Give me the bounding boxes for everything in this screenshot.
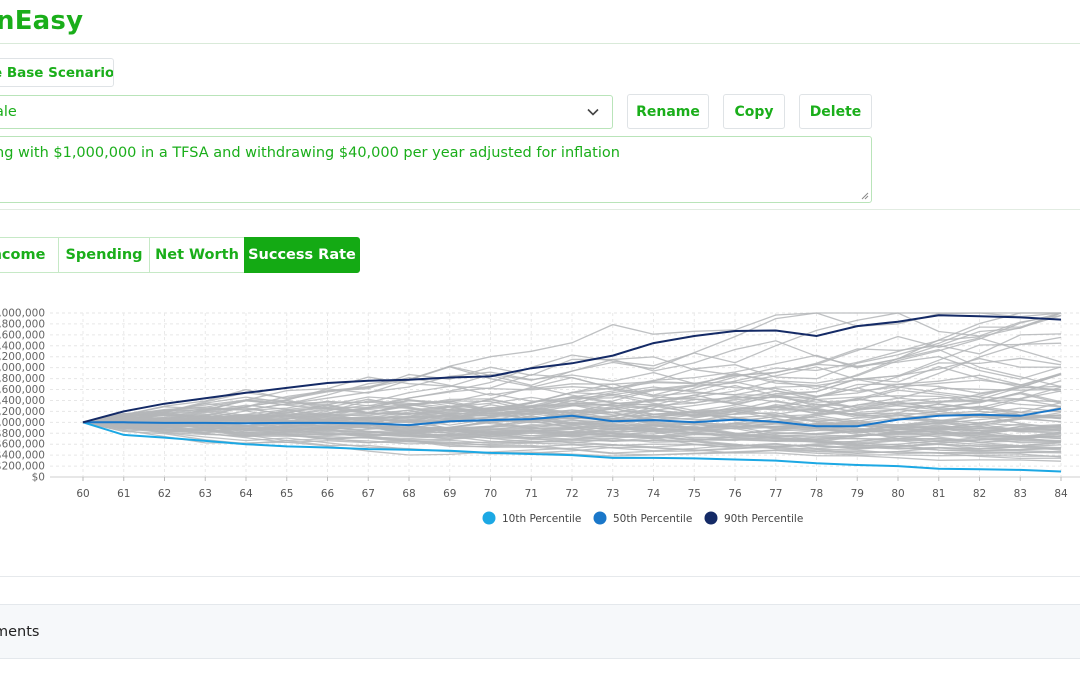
x-tick-label: 83 [1014, 488, 1027, 500]
x-tick-label: 62 [158, 488, 171, 500]
rename-button[interactable]: Rename [627, 94, 709, 129]
y-tick-label: $800,000 [0, 428, 45, 440]
delete-button[interactable]: Delete [799, 94, 872, 129]
scenario-select-value: ale [0, 104, 17, 120]
x-tick-label: 69 [443, 488, 456, 500]
tab-net-worth[interactable]: Net Worth [149, 237, 245, 273]
x-tick-label: 65 [280, 488, 293, 500]
x-tick-label: 72 [565, 488, 578, 500]
legend-marker [482, 511, 496, 525]
chart-tabs: ncome Spending Net Worth Success Rate [0, 237, 360, 273]
y-tick-label: $2,200,000 [0, 351, 45, 363]
x-tick-label: 76 [728, 488, 742, 500]
legend-label: 10th Percentile [502, 513, 581, 525]
adjustments-panel-title: ments [0, 624, 40, 640]
x-tick-label: 67 [362, 488, 375, 500]
app-logo: nEasy [0, 6, 84, 36]
x-tick-label: 66 [321, 488, 335, 500]
x-tick-label: 77 [769, 488, 782, 500]
legend-marker [593, 511, 607, 525]
y-tick-label: $400,000 [0, 450, 45, 462]
base-scenario-button[interactable]: e Base Scenario [0, 58, 114, 87]
x-tick-label: 60 [76, 488, 89, 500]
y-tick-label: $2,800,000 [0, 318, 45, 330]
x-tick-label: 79 [851, 488, 864, 500]
x-tick-label: 74 [647, 488, 661, 500]
x-tick-label: 70 [484, 488, 497, 500]
y-tick-label: $1,000,000 [0, 417, 45, 429]
section-divider [0, 209, 1080, 210]
x-tick-label: 81 [932, 488, 945, 500]
x-tick-label: 75 [688, 488, 701, 500]
y-tick-label: $200,000 [0, 461, 45, 473]
y-tick-label: $1,400,000 [0, 395, 45, 407]
y-tick-label: $0 [32, 472, 45, 484]
x-tick-label: 61 [117, 488, 130, 500]
chart-divider [0, 576, 1080, 577]
y-tick-label: $2,000,000 [0, 362, 45, 374]
y-tick-label: $1,600,000 [0, 384, 45, 396]
net-worth-chart: $0$200,000$400,000$600,000$800,000$1,000… [0, 308, 1080, 525]
adjustments-panel[interactable]: ments [0, 604, 1080, 659]
x-tick-label: 64 [239, 488, 253, 500]
x-tick-label: 84 [1054, 488, 1068, 500]
header-divider [0, 43, 1080, 44]
x-tick-label: 80 [891, 488, 904, 500]
legend-label: 90th Percentile [724, 513, 803, 525]
legend-marker [704, 511, 718, 525]
resize-handle-icon[interactable] [861, 192, 869, 200]
y-tick-label: $2,400,000 [0, 340, 45, 352]
y-tick-label: $600,000 [0, 439, 45, 451]
legend-label: 50th Percentile [613, 513, 692, 525]
y-tick-label: $2,600,000 [0, 329, 45, 341]
scenario-select[interactable]: ale [0, 95, 613, 129]
scenario-description-text: ng with $1,000,000 in a TFSA and withdra… [0, 145, 620, 161]
tab-success-rate[interactable]: Success Rate [244, 237, 360, 273]
x-tick-label: 82 [973, 488, 986, 500]
x-tick-label: 71 [525, 488, 538, 500]
x-tick-label: 73 [606, 488, 619, 500]
x-tick-label: 63 [199, 488, 212, 500]
tab-income[interactable]: ncome [0, 237, 59, 273]
x-tick-label: 68 [402, 488, 415, 500]
y-tick-label: $3,000,000 [0, 308, 45, 320]
tab-spending[interactable]: Spending [58, 237, 150, 273]
x-tick-label: 78 [810, 488, 823, 500]
copy-button[interactable]: Copy [723, 94, 785, 129]
y-tick-label: $1,200,000 [0, 406, 45, 418]
chevron-down-icon [587, 108, 599, 116]
y-tick-label: $1,800,000 [0, 373, 45, 385]
scenario-description-textarea[interactable]: ng with $1,000,000 in a TFSA and withdra… [0, 136, 872, 203]
